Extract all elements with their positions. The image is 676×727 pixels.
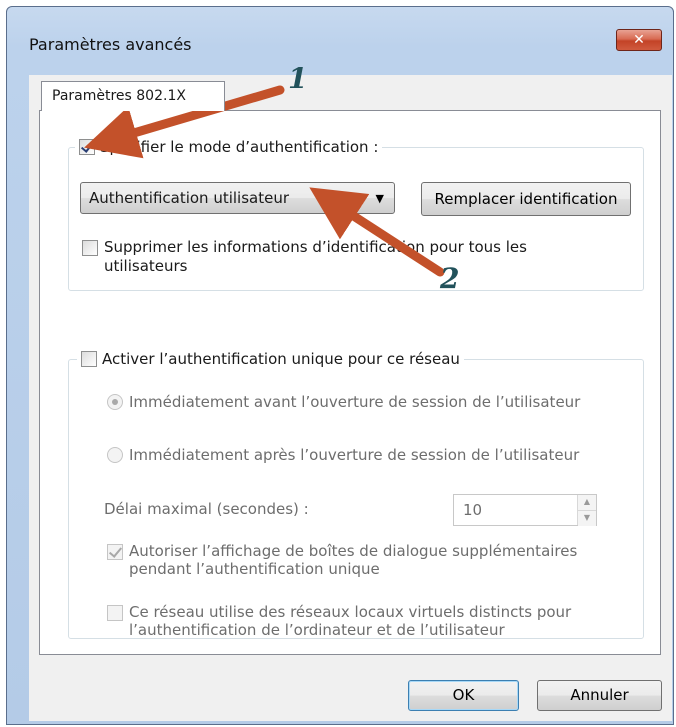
spin-down-icon[interactable]: ▼ bbox=[578, 510, 596, 526]
dialog-window: Paramètres avancés ✕ Paramètres 802.1X S… bbox=[6, 6, 674, 725]
specify-auth-mode-label: Spécifier le mode d’authentification : bbox=[100, 138, 379, 156]
radio-after-logon[interactable] bbox=[107, 447, 123, 463]
cancel-button[interactable]: Annuler bbox=[537, 680, 662, 711]
radio-after-logon-label: Immédiatement après l’ouverture de sessi… bbox=[129, 446, 580, 464]
auth-mode-selected: Authentification utilisateur bbox=[89, 189, 290, 207]
radio-after-logon-row: Immédiatement après l’ouverture de sessi… bbox=[107, 446, 641, 464]
allow-dialogs-label: Autoriser l’affichage de boîtes de dialo… bbox=[129, 542, 578, 578]
enable-sso-checkbox[interactable] bbox=[81, 351, 97, 367]
allow-dialogs-row: Autoriser l’affichage de boîtes de dialo… bbox=[107, 542, 607, 578]
replace-credentials-button[interactable]: Remplacer identification bbox=[421, 182, 631, 216]
max-delay-spinner[interactable]: 10 ▲ ▼ bbox=[453, 494, 597, 526]
radio-before-logon-row: Immédiatement avant l’ouverture de sessi… bbox=[107, 393, 641, 411]
vlan-checkbox[interactable] bbox=[107, 605, 123, 621]
allow-dialogs-checkbox[interactable] bbox=[107, 544, 123, 560]
delete-credentials-checkbox[interactable] bbox=[82, 240, 98, 256]
chevron-down-icon: ▼ bbox=[375, 192, 384, 205]
tab-8021x-settings[interactable]: Paramètres 802.1X bbox=[41, 81, 225, 111]
tab-page: Spécifier le mode d’authentification : A… bbox=[39, 110, 661, 655]
radio-before-logon-label: Immédiatement avant l’ouverture de sessi… bbox=[129, 393, 581, 411]
spin-up-icon[interactable]: ▲ bbox=[578, 495, 596, 510]
radio-before-logon[interactable] bbox=[107, 394, 123, 410]
enable-sso-label: Activer l’authentification unique pour c… bbox=[102, 350, 460, 368]
enable-sso-row: Activer l’authentification unique pour c… bbox=[77, 350, 464, 368]
annotation-number-1: 1 bbox=[288, 62, 308, 95]
delete-credentials-label: Supprimer les informations d’identificat… bbox=[104, 238, 527, 275]
auth-mode-group: Spécifier le mode d’authentification : A… bbox=[68, 138, 644, 291]
close-button[interactable]: ✕ bbox=[616, 29, 662, 51]
max-delay-value: 10 bbox=[463, 501, 483, 519]
max-delay-label: Délai maximal (secondes) : bbox=[104, 500, 309, 518]
dialog-client-area: Paramètres 802.1X Spécifier le mode d’au… bbox=[29, 75, 672, 721]
specify-auth-mode-checkbox[interactable] bbox=[79, 139, 95, 155]
annotation-number-2: 2 bbox=[440, 262, 460, 295]
delete-credentials-row: Supprimer les informations d’identificat… bbox=[82, 238, 602, 276]
auth-mode-dropdown[interactable]: Authentification utilisateur ▼ bbox=[80, 182, 395, 214]
vlan-label: Ce réseau utilise des réseaux locaux vir… bbox=[129, 603, 572, 639]
vlan-row: Ce réseau utilise des réseaux locaux vir… bbox=[107, 603, 641, 639]
sso-group: Activer l’authentification unique pour c… bbox=[68, 350, 644, 639]
window-title: Paramètres avancés bbox=[29, 35, 192, 54]
close-icon: ✕ bbox=[633, 32, 645, 48]
specify-auth-mode-row: Spécifier le mode d’authentification : bbox=[75, 138, 383, 156]
ok-button[interactable]: OK bbox=[408, 680, 519, 711]
